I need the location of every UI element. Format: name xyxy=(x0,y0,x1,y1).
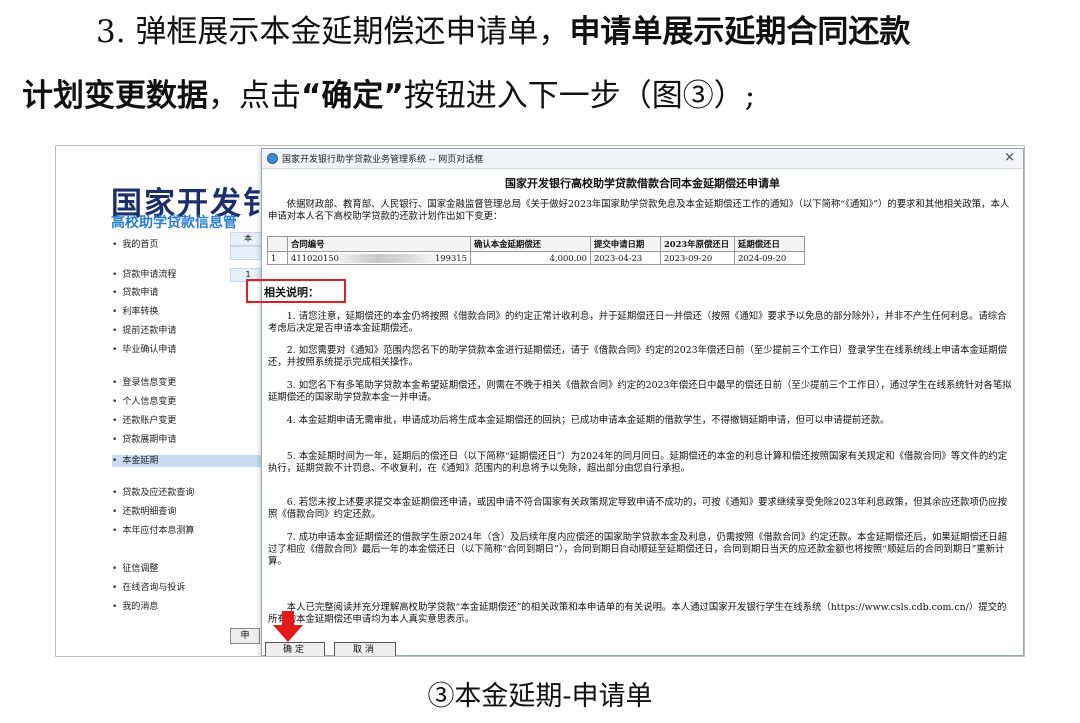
sidebar-item[interactable]: 我的消息 xyxy=(112,601,158,613)
sidebar-item[interactable]: 利率转换 xyxy=(112,306,158,318)
browser-icon xyxy=(267,153,278,164)
sidebar-item[interactable]: 在线咨询与投诉 xyxy=(112,582,185,594)
table-header: 确认本金延期偿还 xyxy=(469,236,591,252)
sidebar-item[interactable]: 征信调整 xyxy=(112,563,158,575)
close-icon[interactable]: × xyxy=(1004,150,1015,165)
table-row: 1 411020150 199315 4,000.00 2023-04-23 20… xyxy=(267,251,805,265)
cancel-button[interactable]: 取消 xyxy=(334,642,396,656)
background-button[interactable]: 申 xyxy=(230,628,260,644)
sidebar-item[interactable]: 贷款申请流程 xyxy=(112,269,176,281)
brand-subtitle: 高校助学贷款信息管 xyxy=(111,215,237,231)
note-item: 5. 本金延期时间为一年，延期后的偿还日（以下简称“延期偿还日”）为2024年的… xyxy=(268,451,1008,474)
sidebar-item[interactable]: 贷款申请 xyxy=(112,287,158,299)
contract-number-prefix: 411020150 xyxy=(291,253,339,263)
contract-number: 411020150 199315 xyxy=(287,251,471,265)
table-header: 提交申请日期 xyxy=(589,236,661,252)
notes-title: 相关说明： xyxy=(264,286,319,299)
sidebar-item[interactable]: 贷款展期申请 xyxy=(112,434,176,446)
sidebar-item[interactable]: 毕业确认申请 xyxy=(112,344,176,356)
contract-table: 合同编号 确认本金延期偿还 提交申请日期 2023年原偿还日 延期偿还日 1 4… xyxy=(267,236,805,265)
contract-number-suffix: 199315 xyxy=(434,253,467,263)
sidebar-item[interactable]: 本年应付本息测算 xyxy=(112,525,194,537)
figure-caption: ③本金延期-申请单 xyxy=(427,681,653,712)
sidebar-item[interactable]: 还款账户变更 xyxy=(112,415,176,427)
original-repay-date: 2023-09-20 xyxy=(659,251,735,265)
deferred-repay-date: 2024-09-20 xyxy=(733,251,805,265)
note-item: 6. 若您未按上述要求提交本金延期偿还申请，或因申请不符合国家有关政策规定导致申… xyxy=(268,497,1007,520)
row-number: 1 xyxy=(267,251,288,265)
instruction-bold-text: 计划变更数据 xyxy=(22,78,208,114)
note-item: 7. 成功申请本金延期偿还的借款学生原2024年（含）及后续年度内应偿还的国家助… xyxy=(268,532,1007,567)
instruction-text: 3. 弹框展示本金延期偿还申请单， xyxy=(96,14,570,50)
sidebar-item[interactable]: 还款明细查询 xyxy=(112,506,176,518)
sidebar-item[interactable]: 我的首页 xyxy=(112,239,158,251)
table-header xyxy=(267,236,288,252)
deferred-amount: 4,000.00 xyxy=(469,251,591,265)
instruction-line-1: 3. 弹框展示本金延期偿还申请单，申请单展示延期合同还款 xyxy=(96,12,910,52)
note-item: 4. 本金延期申请无需审批，申请成功后将生成本金延期偿还的回执；已成功申请本金延… xyxy=(286,415,890,426)
table-header-row: 合同编号 确认本金延期偿还 提交申请日期 2023年原偿还日 延期偿还日 xyxy=(267,236,805,252)
note-item: 2. 如您需要对《通知》范围内您名下的助学贷款本金进行延期偿还，请于《借款合同》… xyxy=(268,345,1007,368)
note-item: 3. 如您名下有多笔助学贷款本金希望延期偿还，则需在不晚于相关《借款合同》约定的… xyxy=(268,380,1012,403)
table-header: 2023年原偿还日 xyxy=(659,236,735,252)
instruction-bold-text: “确定” xyxy=(301,78,404,114)
form-title: 国家开发银行高校助学贷款借款合同本金延期偿还申请单 xyxy=(505,177,780,190)
note-item: 1. 请您注意，延期偿还的本金仍将按照《借款合同》的约定正常计收利息，并于延期偿… xyxy=(268,311,1007,334)
instruction-text: ，点击 xyxy=(208,78,301,114)
sidebar-item[interactable]: 登录信息变更 xyxy=(112,377,176,389)
confirmation-statement: 本人已完整阅读并充分理解高校助学贷款“本金延期偿还”的相关政策和本申请单的有关说… xyxy=(268,602,1007,625)
table-header: 延期偿还日 xyxy=(733,236,805,252)
instruction-bold-text: 申请单展示延期合同还款 xyxy=(569,14,911,50)
sidebar-item[interactable]: 个人信息变更 xyxy=(112,396,176,408)
instruction-text: 按钮进入下一步（图③）; xyxy=(403,78,756,114)
redaction-mask xyxy=(338,254,435,263)
dialog-window-title: 国家开发银行助学贷款业务管理系统 -- 网页对话框 xyxy=(282,155,484,165)
background-app: 国家开发钅 高校助学贷款信息管 我的首页贷款申请流程贷款申请利率转换提前还款申请… xyxy=(56,146,274,656)
arrow-down-icon xyxy=(273,611,303,642)
form-intro: 依据财政部、教育部、人民银行、国家金融监督管理总局《关于做好2023年国家助学贷… xyxy=(268,199,1010,222)
table-header: 合同编号 xyxy=(287,236,471,252)
application-dialog: 国家开发银行助学贷款业务管理系统 -- 网页对话框 × 国家开发银行高校助学贷款… xyxy=(246,148,1024,656)
dialog-titlebar: 国家开发银行助学贷款业务管理系统 -- 网页对话框 × xyxy=(262,149,1023,169)
submit-date: 2023-04-23 xyxy=(589,251,661,265)
sidebar-item[interactable]: 提前还款申请 xyxy=(112,325,176,337)
sidebar-item[interactable]: 贷款及应还款查询 xyxy=(112,487,194,499)
instruction-line-2: 计划变更数据，点击“确定”按钮进入下一步（图③）; xyxy=(22,76,755,116)
screenshot-frame: 国家开发钅 高校助学贷款信息管 我的首页贷款申请流程贷款申请利率转换提前还款申请… xyxy=(55,145,1025,657)
ok-button[interactable]: 确定 xyxy=(265,642,325,656)
